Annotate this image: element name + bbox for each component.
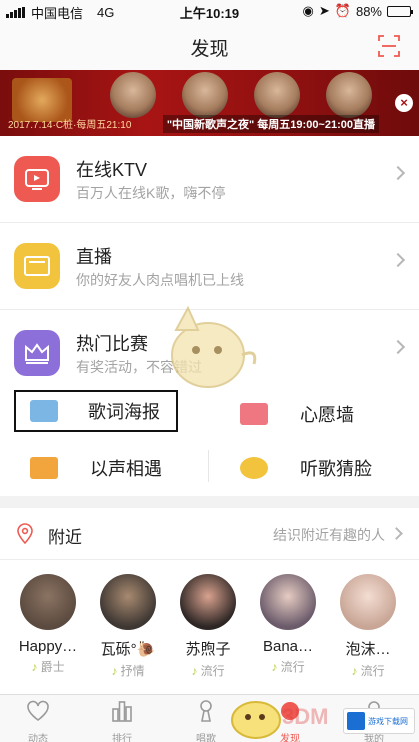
watermark-text: 游戏下载网 (368, 716, 408, 726)
page-title: 发现 (190, 39, 229, 60)
banner-face (326, 72, 372, 118)
nearby-user[interactable]: 泡沫… 流行 (328, 574, 408, 679)
ktv-tv-icon (14, 156, 60, 202)
grid-item-label: 心愿墙 (300, 405, 354, 425)
list-item-subtitle: 百万人在线K歌，嗨不停 (76, 185, 226, 201)
wish-wall-icon (240, 403, 268, 425)
alarm-icon: ⏰ (334, 3, 351, 18)
nearby-user[interactable]: 苏煦子 流行 (168, 574, 248, 679)
nav-bar: 发现 (0, 22, 419, 70)
list-item-live[interactable]: 直播 你的好友人肉点唱机已上线 (0, 223, 419, 310)
avatar (20, 574, 76, 630)
list-item-title: 热门比赛 (76, 334, 148, 354)
nearby-label: 附近 (48, 528, 82, 547)
nearby-user[interactable]: Bana… 流行 (248, 574, 328, 675)
list-item-title: 在线KTV (76, 160, 148, 180)
guess-face-icon (240, 457, 268, 479)
banner-faces (110, 72, 372, 118)
grid-item-label: 歌词海报 (88, 402, 160, 422)
site-watermark: 游戏下载网 (343, 708, 415, 734)
wish-wall-button[interactable]: 心愿墙 (240, 390, 410, 438)
nearby-user[interactable]: 瓦砾°🐌 抒情 (88, 574, 168, 679)
avatar (340, 574, 396, 630)
tab-label: 动态 (28, 734, 48, 742)
status-bar: 中国电信 4G 上午10:19 ◉ ➤ ⏰ 88% (0, 0, 419, 22)
heart-note-icon (27, 700, 49, 721)
feature-grid: 歌词海报 心愿墙 以声相遇 听歌猜脸 (0, 386, 419, 496)
mascot-small-icon (231, 701, 281, 739)
battery-icon (387, 5, 413, 17)
banner-date: 2017.7.14·C桩·每周五21:10 (8, 120, 132, 131)
user-tag: 流行 (168, 662, 248, 679)
promo-banner[interactable]: 2017.7.14·C桩·每周五21:10 "中国新歌声之夜" 每周五19:00… (0, 70, 419, 136)
chevron-right-icon (390, 527, 403, 540)
user-tag: 流行 (248, 658, 328, 675)
banner-caption: "中国新歌声之夜" 每周五19:00~21:00直播 (162, 115, 379, 133)
nearby-row[interactable]: 附近 结识附近有趣的人 (0, 508, 419, 560)
grid-item-label: 听歌猜脸 (300, 459, 372, 479)
chart-bars-icon (112, 701, 132, 722)
guess-face-button[interactable]: 听歌猜脸 (240, 444, 410, 492)
battery-percent: 88% (355, 3, 382, 19)
scan-icon[interactable] (377, 34, 401, 58)
banner-face (182, 72, 228, 118)
list-item-title: 直播 (76, 247, 112, 267)
grid-divider (208, 450, 209, 482)
grid-item-label: 以声相遇 (90, 459, 162, 479)
nearby-user[interactable]: Happy… 爵士 (8, 574, 88, 675)
microphone-icon (200, 700, 212, 722)
chevron-right-icon (390, 165, 406, 181)
tab-feed[interactable]: 动态 (8, 699, 68, 742)
user-name: Bana… (262, 638, 314, 655)
list-item-subtitle: 你的好友人肉点唱机已上线 (76, 272, 244, 288)
location-arrow-icon: ➤ (318, 3, 330, 18)
banner-face (110, 72, 156, 118)
rotation-lock-icon: ◉ (302, 3, 314, 18)
nearby-users: Happy… 爵士 瓦砾°🐌 抒情 苏煦子 流行 Bana… 流行 泡沫… 流行 (0, 560, 419, 694)
user-tag: 流行 (328, 662, 408, 679)
list-item-ktv[interactable]: 在线KTV 百万人在线K歌，嗨不停 (0, 136, 419, 223)
lyric-poster-button[interactable]: 歌词海报 (14, 390, 178, 432)
avatar (260, 574, 316, 630)
app-page: 中国电信 4G 上午10:19 ◉ ➤ ⏰ 88% 发现 2017.7.14·C… (0, 0, 419, 742)
tab-label: 排行 (112, 734, 132, 742)
crown-icon (14, 330, 60, 376)
chevron-right-icon (390, 252, 406, 268)
voice-meet-button[interactable]: 以声相遇 (30, 444, 200, 492)
lyric-poster-icon (30, 400, 58, 422)
chevron-right-icon (390, 339, 406, 355)
nearby-hint: 结识附近有趣的人 (273, 527, 385, 543)
user-name: 泡沫… (345, 641, 391, 658)
user-tag: 爵士 (8, 658, 88, 675)
avatar (100, 574, 156, 630)
user-tag: 抒情 (88, 662, 168, 679)
watermark-3dm-icon: 3DM (282, 704, 329, 729)
close-icon[interactable]: × (395, 94, 413, 112)
avatar (180, 574, 236, 630)
live-screen-icon (14, 243, 60, 289)
user-name: Happy… (18, 638, 78, 655)
location-pin-icon (17, 523, 33, 544)
user-name: 苏煦子 (185, 641, 231, 658)
user-name: 瓦砾°🐌 (100, 641, 156, 658)
banner-face (254, 72, 300, 118)
voice-meet-icon (30, 457, 58, 479)
mascot-watermark-icon (171, 305, 257, 388)
watermark-icon (347, 712, 365, 730)
tab-rank[interactable]: 排行 (92, 699, 152, 742)
